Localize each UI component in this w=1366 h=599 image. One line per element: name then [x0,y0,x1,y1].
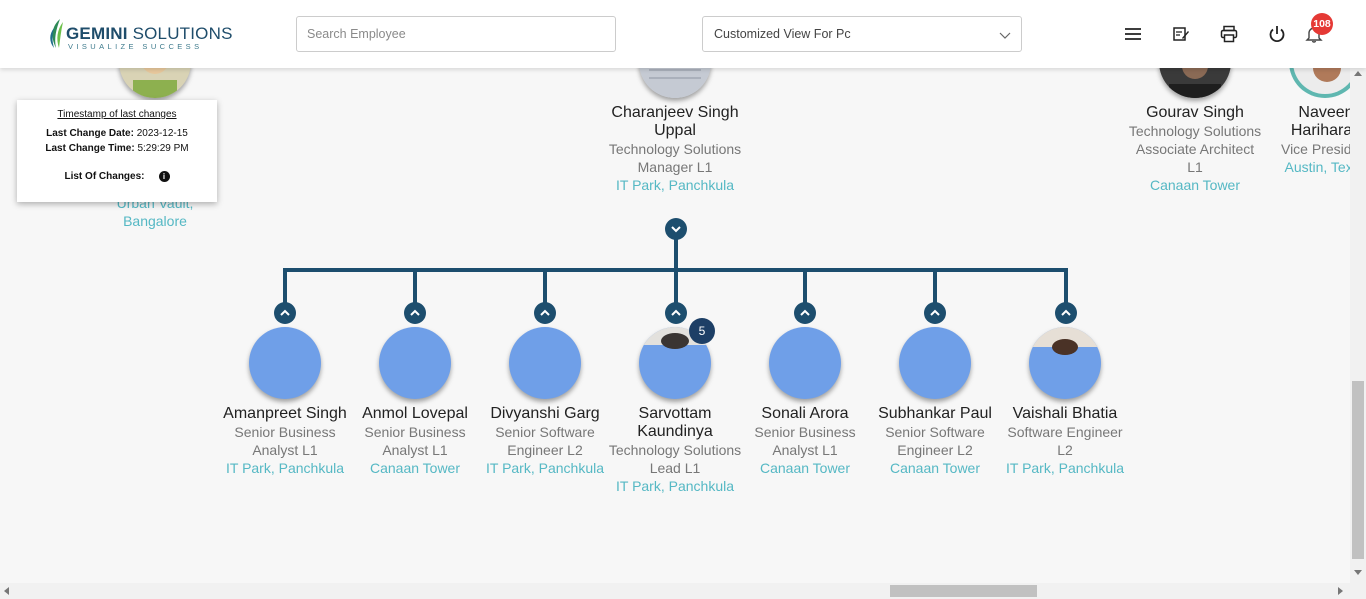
print-icon[interactable] [1220,25,1238,43]
chevron-up-icon [540,309,550,316]
connector-line [674,236,678,272]
connector-line [933,268,937,304]
timestamp-popup: Timestamp of last changes Last Change Da… [17,100,217,202]
connector-line [543,268,547,304]
employee-name: Amanpreet Singh [223,405,347,422]
employee-title: Senior Business Analyst L1 [754,424,856,458]
employee-card-top-1[interactable]: Charanjeev Singh Uppal Technology Soluti… [600,104,750,194]
employee-location: Canaan Tower [889,460,981,476]
chevron-down-icon [671,226,681,233]
employee-card-vaishali-bhatia[interactable]: Vaishali Bhatia Software Engineer L2 IT … [1003,405,1127,477]
employee-title: Technology Solutions Associate Architect… [1128,123,1262,175]
employee-title: Software Engineer L2 [1007,424,1123,458]
employee-card-top-3[interactable]: Naveen Hariharan Vice President Austin, … [1276,104,1350,176]
connector-line [1064,268,1068,304]
top-header: GEMINI SOLUTIONS VISUALIZE SUCCESS Custo… [0,0,1366,68]
last-change-date: Last Change Date: 2023-12-15 [46,128,188,139]
connector-line [674,268,678,304]
employee-name: Vaishali Bhatia [1012,405,1118,422]
employee-location: IT Park, Panchkula [615,478,735,494]
scroll-down-arrow-icon[interactable] [1354,570,1362,575]
employee-title: Senior Business Analyst L1 [234,424,336,458]
logo-tagline: VISUALIZE SUCCESS [68,42,203,51]
employee-name: Sonali Arora [761,405,849,422]
edit-note-icon[interactable] [1172,25,1190,43]
avatar[interactable] [769,327,841,399]
avatar[interactable] [249,327,321,399]
employee-name: Charanjeev Singh Uppal [611,104,739,139]
employee-card-top-2[interactable]: Gourav Singh Technology Solutions Associ… [1128,104,1262,194]
chevron-down-icon [999,32,1011,39]
search-employee-input[interactable] [296,16,616,52]
menu-icon[interactable] [1124,25,1142,43]
employee-title: Technology Solutions Manager L1 [608,141,742,175]
employee-location: IT Park, Panchkula [615,177,735,193]
expand-toggle[interactable] [665,302,687,324]
connector-line [413,268,417,304]
employee-name: Anmol Lovepal [362,405,468,422]
horizontal-scroll-thumb[interactable] [890,585,1037,597]
scroll-up-arrow-icon[interactable] [1354,71,1362,76]
employee-location: Canaan Tower [759,460,851,476]
notification-count-badge[interactable]: 108 [1311,13,1333,35]
vertical-scrollbar[interactable] [1350,68,1366,583]
info-icon[interactable]: i [158,171,170,182]
scroll-right-arrow-icon[interactable] [1338,587,1343,595]
list-of-changes: List Of Changes: i [17,171,217,182]
chevron-up-icon [930,309,940,316]
employee-location: IT Park, Panchkula [225,460,345,476]
avatar[interactable] [379,327,451,399]
employee-card-sarvottam-kaundinya[interactable]: Sarvottam Kaundinya Technology Solutions… [605,405,745,495]
connector-line [283,268,287,304]
expand-toggle[interactable] [794,302,816,324]
leaf-logo-icon [50,19,63,48]
chevron-up-icon [280,309,290,316]
employee-title: Vice President [1280,141,1350,157]
employee-card-amanpreet-singh[interactable]: Amanpreet Singh Senior Business Analyst … [215,405,355,477]
chevron-up-icon [410,309,420,316]
employee-location: Canaan Tower [1149,177,1241,193]
expand-toggle[interactable] [1055,302,1077,324]
employee-location: Canaan Tower [369,460,461,476]
employee-title: Senior Business Analyst L1 [364,424,466,458]
gemini-logo[interactable]: GEMINI SOLUTIONS VISUALIZE SUCCESS [48,18,232,52]
vertical-scroll-thumb[interactable] [1352,381,1364,559]
scroll-left-arrow-icon[interactable] [4,587,9,595]
employee-card-sonali-arora[interactable]: Sonali Arora Senior Business Analyst L1 … [742,405,868,477]
employee-card-divyanshi-garg[interactable]: Divyanshi Garg Senior Software Engineer … [480,405,610,477]
employee-name: Naveen Hariharan [1290,104,1350,139]
employee-card-anmol-lovepal[interactable]: Anmol Lovepal Senior Business Analyst L1… [352,405,478,477]
employee-card-subhankar-paul[interactable]: Subhankar Paul Senior Software Engineer … [870,405,1000,477]
employee-name: Divyanshi Garg [490,405,600,422]
chevron-up-icon [800,309,810,316]
last-change-time: Last Change Time: 5:29:29 PM [45,143,189,154]
employee-name: Gourav Singh [1146,104,1244,121]
expand-toggle[interactable] [404,302,426,324]
employee-name: Sarvottam Kaundinya [637,405,713,440]
expand-toggle[interactable] [924,302,946,324]
employee-name: Subhankar Paul [878,405,992,422]
employee-location: IT Park, Panchkula [1005,460,1125,476]
avatar[interactable] [509,327,581,399]
avatar[interactable] [899,327,971,399]
employee-title: Senior Software Engineer L2 [885,424,985,458]
chevron-up-icon [1061,309,1071,316]
employee-title: Technology Solutions Lead L1 [608,442,742,476]
chevron-up-icon [671,309,681,316]
view-select[interactable]: Customized View For Pc [702,16,1022,52]
power-icon[interactable] [1268,25,1286,43]
employee-location: IT Park, Panchkula [485,460,605,476]
logo-name: GEMINI SOLUTIONS [66,24,233,43]
timestamp-title[interactable]: Timestamp of last changes [17,109,217,120]
horizontal-scrollbar[interactable] [0,583,1366,599]
expand-toggle[interactable] [534,302,556,324]
reports-count-badge[interactable]: 5 [689,318,715,344]
avatar[interactable] [1029,327,1101,399]
connector-line [803,268,807,304]
view-select-value: Customized View For Pc [714,27,851,41]
expand-toggle[interactable] [274,302,296,324]
employee-location: Austin, Texas [1284,159,1350,175]
employee-title: Senior Software Engineer L2 [495,424,595,458]
